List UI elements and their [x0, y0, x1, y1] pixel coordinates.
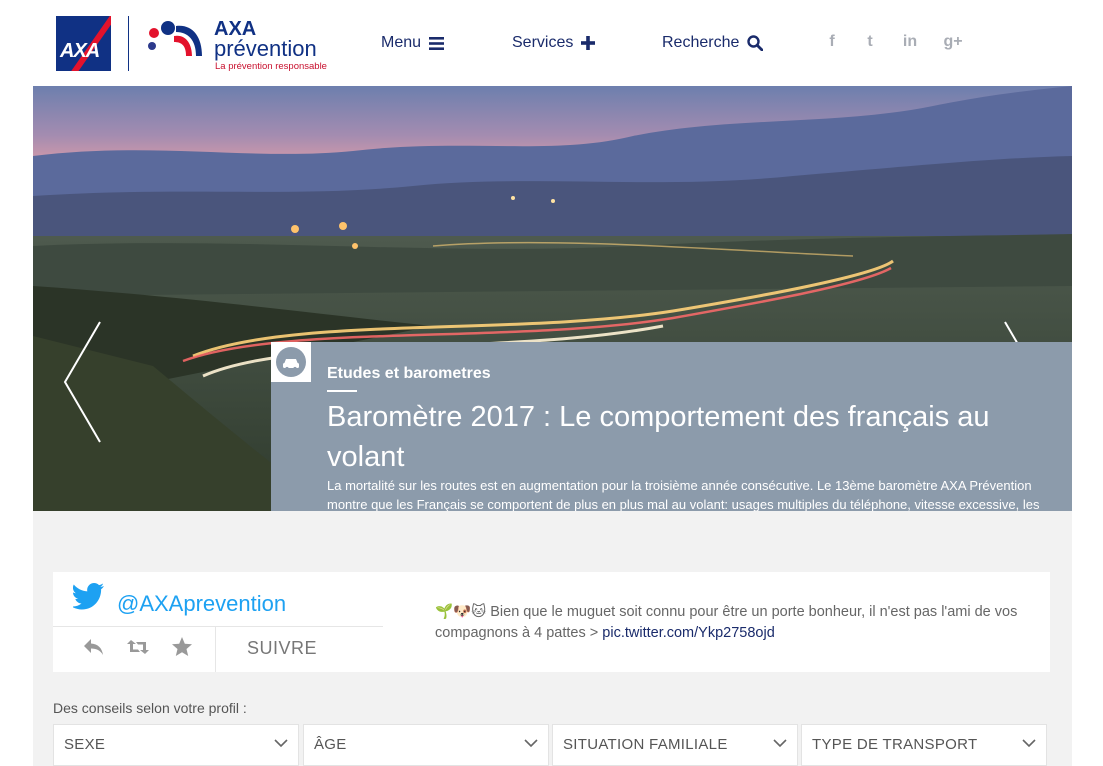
chevron-down-icon [773, 739, 787, 748]
twitter-handle[interactable]: @AXAprevention [117, 591, 286, 617]
retweet-icon[interactable] [126, 636, 150, 658]
prevention-brand-subtitle: prévention [214, 36, 317, 61]
prevention-tagline: La prévention responsable [215, 61, 327, 72]
tweet-link[interactable]: pic.twitter.com/Ykp2758ojd [602, 625, 774, 641]
category-badge [271, 342, 311, 382]
hero-category-underline [327, 390, 357, 392]
twitter-divider-vertical [215, 626, 216, 672]
select-sexe[interactable]: SEXE [53, 724, 299, 766]
profile-section-label: Des conseils selon votre profil : [53, 700, 247, 716]
select-situation-familiale[interactable]: SITUATION FAMILIALE [552, 724, 798, 766]
tweet-text: 🌱🐶🐱 Bien que le muguet soit connu pour ê… [435, 602, 1035, 644]
search-icon [747, 35, 764, 51]
hero-category[interactable]: Etudes et barometres [327, 365, 491, 383]
hamburger-icon [429, 36, 445, 50]
select-situation-label: SITUATION FAMILIALE [563, 736, 728, 753]
google-plus-icon[interactable]: g+ [943, 32, 963, 52]
page: AXA AXA prévention La prévention respons… [0, 0, 1103, 766]
select-sexe-label: SEXE [64, 736, 106, 753]
logo-divider [128, 16, 129, 71]
reply-icon[interactable] [82, 636, 106, 658]
nav-search-button[interactable]: Recherche [662, 32, 764, 54]
select-age[interactable]: ÂGE [303, 724, 549, 766]
axa-logo[interactable]: AXA [56, 16, 111, 71]
site-header: AXA AXA prévention La prévention respons… [0, 0, 1103, 86]
axa-logo-text: AXA [60, 40, 100, 62]
chevron-down-icon [524, 739, 538, 748]
chevron-down-icon [1022, 739, 1036, 748]
hero-title[interactable]: Baromètre 2017 : Le comportement des fra… [327, 397, 1037, 477]
select-age-label: ÂGE [314, 736, 347, 753]
car-icon [276, 347, 306, 377]
nav-menu-button[interactable]: Menu [381, 32, 445, 54]
chevron-down-icon [274, 739, 288, 748]
favorite-star-icon[interactable] [170, 636, 194, 658]
twitter-icon[interactable]: t [860, 32, 880, 52]
select-transport-label: TYPE DE TRANSPORT [812, 736, 978, 753]
slider-prev-arrow-icon[interactable] [62, 320, 102, 445]
nav-services-button[interactable]: Services [512, 32, 596, 54]
nav-menu-label: Menu [381, 34, 422, 51]
twitter-bird-icon[interactable] [73, 582, 105, 610]
nav-search-label: Recherche [662, 34, 740, 51]
select-type-transport[interactable]: TYPE DE TRANSPORT [801, 724, 1047, 766]
twitter-divider [53, 626, 383, 627]
linkedin-icon[interactable]: in [900, 32, 920, 52]
facebook-icon[interactable]: f [822, 32, 842, 52]
plus-icon [581, 36, 596, 50]
prevention-logo-icon [148, 21, 202, 56]
nav-services-label: Services [512, 34, 574, 51]
twitter-follow-button[interactable]: SUIVRE [247, 638, 317, 659]
